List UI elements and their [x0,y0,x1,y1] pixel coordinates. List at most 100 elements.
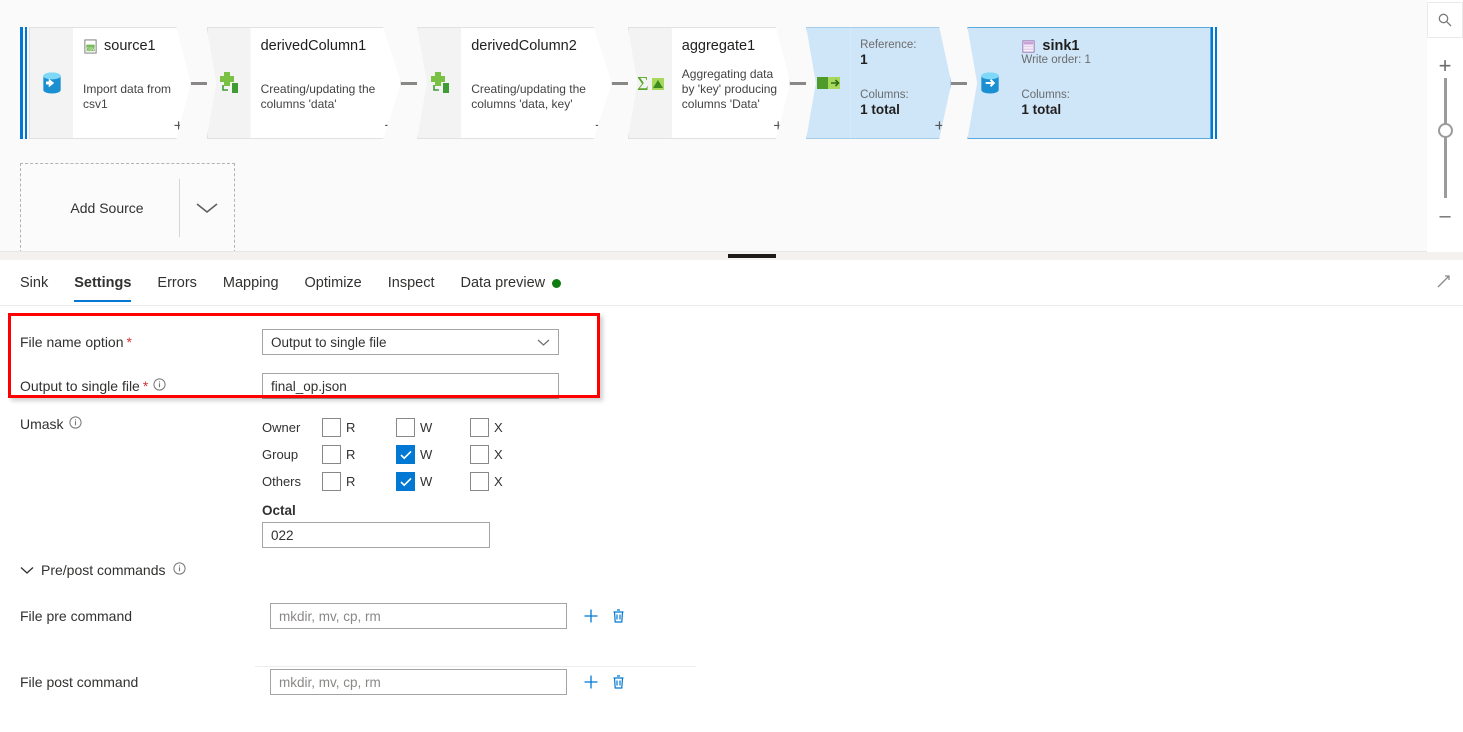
canvas-zoom-controls[interactable]: + – [1427,0,1463,276]
node-title-row: derivedColumn1 [261,38,367,54]
chevron-down-icon[interactable] [20,562,34,578]
umask-group-write[interactable]: W [396,445,470,464]
dataflow-node-derivedcolumn2[interactable]: derivedColumn2 Creating/updating the col… [417,27,612,139]
prepost-commands-header[interactable]: Pre/post commands [0,548,1463,578]
checkbox[interactable] [322,418,341,437]
add-post-command-button[interactable] [583,674,599,690]
node-title: derivedColumn2 [471,38,577,54]
required-marker: * [126,334,132,350]
tab-optimize[interactable]: Optimize [305,275,362,302]
add-transform-button[interactable]: + [773,117,783,134]
file-post-command-input[interactable] [270,669,567,695]
expand-panel-icon[interactable] [1436,274,1451,292]
checkbox[interactable] [396,418,415,437]
tab-errors[interactable]: Errors [157,275,196,302]
umask-others-write[interactable]: W [396,472,470,491]
node-body: CSV source1 Import data from csv1 + [73,27,191,139]
info-icon[interactable] [153,378,166,394]
node-title-row: derivedColumn2 [471,38,577,54]
dataflow-node-aggregate1[interactable]: Σ aggregate1 Aggregating data by 'key' p… [627,27,791,139]
file-post-command-label: File post command [20,674,139,690]
checkbox[interactable] [322,472,341,491]
columns-value: 1 total [1021,102,1062,117]
zoom-to-fit-icon[interactable] [1427,2,1463,38]
output-to-single-file-input[interactable] [262,373,559,399]
node-body: derivedColumn1 Creating/updating the col… [250,27,402,139]
checkbox-checked[interactable] [396,445,415,464]
umask-group-read[interactable]: R [322,445,396,464]
output-to-single-file-label: Output to single file * [0,378,262,394]
panel-splitter[interactable] [0,252,1463,260]
checkbox-label: X [494,447,503,462]
dataflow-node-reference[interactable]: Reference: 1 Columns: 1 total + [806,27,952,139]
checkbox-label: W [420,474,433,489]
add-transform-button[interactable]: + [934,117,944,134]
sink-database-icon [967,27,1012,139]
node-body: Reference: 1 Columns: 1 total + [850,27,952,139]
output-to-single-file-row: Output to single file * [0,364,1463,408]
umask-owner-execute[interactable]: X [470,418,544,437]
node-accent-bar [20,27,29,139]
tab-settings[interactable]: Settings [74,275,132,302]
checkbox-label: R [346,420,356,435]
tab-settings-label: Settings [74,275,132,291]
tab-sink[interactable]: Sink [20,275,48,302]
delete-post-command-button[interactable] [611,674,626,690]
node-accent-bar [1210,27,1219,139]
file-pre-command-row: File pre command [0,594,1463,638]
add-pre-command-button[interactable] [583,608,599,624]
columns-label: Columns: [860,89,909,101]
checkbox[interactable] [470,445,489,464]
dataflow-node-derivedcolumn1[interactable]: derivedColumn1 Creating/updating the col… [206,27,402,139]
node-subtitle: Aggregating data by 'key' producing colu… [681,67,778,111]
info-icon[interactable] [172,562,186,578]
umask-owner-write[interactable]: W [396,418,470,437]
node-body: sink1 Write order: 1 Columns: 1 total [1011,27,1212,139]
umask-group-execute[interactable]: X [470,445,544,464]
file-post-command-row: File post command [0,660,1463,704]
node-body: derivedColumn2 Creating/updating the col… [461,27,612,139]
zoom-out-button[interactable]: – [1427,198,1463,234]
umask-grid: Owner R W X Group R W X Others R W X Oct… [262,414,544,548]
add-transform-button[interactable]: + [595,117,605,134]
umask-label-text: Umask [20,416,64,432]
zoom-slider-track[interactable] [1444,78,1447,210]
node-connector [790,81,807,85]
splitter-grip[interactable] [728,254,776,258]
dataflow-canvas[interactable]: CSV source1 Import data from csv1 + deri… [0,0,1427,252]
umask-row-label: Others [262,474,302,489]
checkbox-label: X [494,420,503,435]
command-separator [255,666,696,667]
umask-others-read[interactable]: R [322,472,396,491]
checkbox[interactable] [470,472,489,491]
add-transform-button[interactable]: + [174,117,184,134]
node-subtitle: Creating/updating the columns 'data' [260,82,376,111]
umask-others-execute[interactable]: X [470,472,544,491]
checkbox-checked[interactable] [396,472,415,491]
file-pre-command-input[interactable] [270,603,567,629]
panel-tabs[interactable]: Sink Settings Errors Mapping Optimize In… [0,260,1463,305]
tab-data-preview[interactable]: Data preview [461,275,562,302]
octal-input[interactable] [262,522,490,548]
source-database-icon [29,27,73,139]
file-name-option-select[interactable]: Output to single file [262,329,559,355]
add-source-button[interactable]: Add Source [20,163,235,251]
add-source-label: Add Source [70,200,144,216]
reference-icon [806,27,851,139]
delete-pre-command-button[interactable] [611,608,626,624]
dataflow-node-sink1[interactable]: sink1 Write order: 1 Columns: 1 total [967,27,1219,139]
node-title-row: sink1 [1021,38,1198,54]
dataflow-node-source1[interactable]: CSV source1 Import data from csv1 + [20,27,191,139]
checkbox[interactable] [470,418,489,437]
umask-owner-read[interactable]: R [322,418,396,437]
tab-data-preview-label: Data preview [460,275,546,291]
checkbox[interactable] [322,445,341,464]
derived-column-icon [206,27,251,139]
add-transform-button[interactable]: + [384,117,394,134]
checkbox-label: R [346,474,356,489]
info-icon[interactable] [68,416,82,432]
tab-inspect[interactable]: Inspect [388,275,435,302]
chevron-down-icon[interactable] [180,201,234,215]
tab-mapping[interactable]: Mapping [223,275,279,302]
zoom-slider-handle[interactable] [1438,123,1453,138]
